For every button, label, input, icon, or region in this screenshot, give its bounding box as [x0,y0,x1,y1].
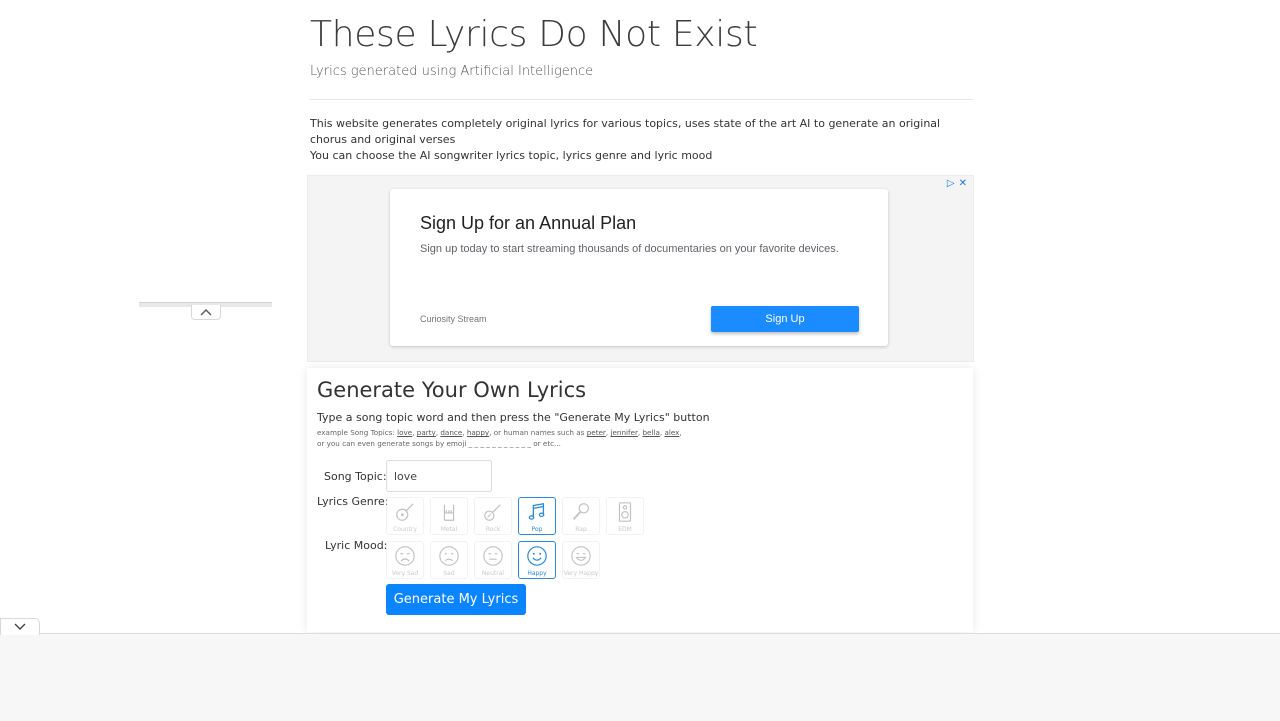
intro-line-1: This website generates completely origin… [310,117,941,146]
sad-face-icon [439,546,459,566]
mood-label: Very Sad [391,570,419,577]
music-notes-icon [528,502,545,520]
divider [310,99,973,100]
ad-markers: ▷ ✕ [947,178,967,189]
genre-label: Rap [575,526,587,533]
mood-label: Neutral [481,570,505,577]
generator-instruction: Type a song topic word and then press th… [317,411,710,424]
rock-hand-icon [443,504,455,521]
chevron-down-icon [14,623,26,630]
genre-rap[interactable]: Rap [562,497,600,535]
mood-label: Very Happy [563,570,599,577]
intro-line-2: You can choose the AI songwriter lyrics … [310,149,713,162]
ad-sign-up-button[interactable]: Sign Up [711,306,859,332]
bottom-panel [0,633,1280,721]
happy-face-icon [527,546,547,566]
mood-label: Happy [527,570,547,577]
genre-label: Country [393,526,417,533]
site-title: These Lyrics Do Not Exist [310,14,758,55]
mood-happy[interactable]: Happy [518,541,556,579]
very-sad-face-icon [395,546,415,566]
banjo-icon [396,503,414,521]
very-happy-face-icon [571,546,591,566]
song-topic-input[interactable] [386,460,492,492]
ad-advertiser: Curiosity Stream [420,314,487,324]
speaker-icon [618,502,632,522]
names-text: , or human names such as [489,428,587,437]
genre-label: EDM [618,526,632,533]
mood-very-sad[interactable]: Very Sad [386,541,424,579]
examples-text: example Song Topics: love, party, dance,… [317,428,682,448]
collapse-down-button[interactable] [0,618,40,635]
lyric-mood-label: Lyric Mood: [325,539,388,552]
example-topic-love[interactable]: love [397,428,412,437]
example-name-alex[interactable]: alex [664,428,679,437]
generator-title: Generate Your Own Lyrics [317,378,587,402]
lyrics-genre-label: Lyrics Genre: [317,495,389,508]
genre-edm[interactable]: EDM [606,497,644,535]
example-name-bella[interactable]: bella [642,428,659,437]
example-topic-dance[interactable]: dance [440,428,462,437]
mood-neutral[interactable]: Neutral [474,541,512,579]
emoji-text: or you can even generate songs by emoji … [317,439,561,448]
genre-pop[interactable]: Pop [518,497,556,535]
genre-label: Metal [440,526,458,533]
generate-lyrics-button[interactable]: Generate My Lyrics [386,584,526,615]
genre-label: Pop [531,526,543,533]
ad-description: Sign up today to start streaming thousan… [420,243,839,255]
genre-metal[interactable]: Metal [430,497,468,535]
ad-card[interactable]: Sign Up for an Annual Plan Sign up today… [390,189,888,346]
mood-very-happy[interactable]: Very Happy [562,541,600,579]
site-subtitle: Lyrics generated using Artificial Intell… [310,64,594,79]
guitar-icon [484,504,501,521]
neutral-face-icon [483,546,503,566]
microphone-icon [572,503,589,520]
mood-sad[interactable]: Sad [430,541,468,579]
example-name-peter[interactable]: peter [587,428,606,437]
genre-label: Rock [485,526,501,533]
ad-close-icon[interactable]: ✕ [959,178,967,189]
mood-label: Sad [443,570,455,577]
ad-headline[interactable]: Sign Up for an Annual Plan [420,213,636,234]
ad-choices-icon[interactable]: ▷ [947,178,955,189]
examples-prefix: example Song Topics: [317,428,398,437]
chevron-up-icon [200,309,212,316]
ad-container: ▷ ✕ Sign Up for an Annual Plan Sign up t… [307,175,974,362]
genre-rock[interactable]: Rock [474,497,512,535]
intro-text: This website generates completely origin… [310,116,960,164]
example-topic-happy[interactable]: happy [467,428,489,437]
example-name-jennifer[interactable]: jennifer [610,428,637,437]
genre-country[interactable]: Country [386,497,424,535]
generator-card: Generate Your Own Lyrics Type a song top… [307,368,973,632]
example-topic-party[interactable]: party [417,428,436,437]
song-topic-label: Song Topic: [324,470,387,483]
collapse-up-button[interactable] [191,305,221,320]
